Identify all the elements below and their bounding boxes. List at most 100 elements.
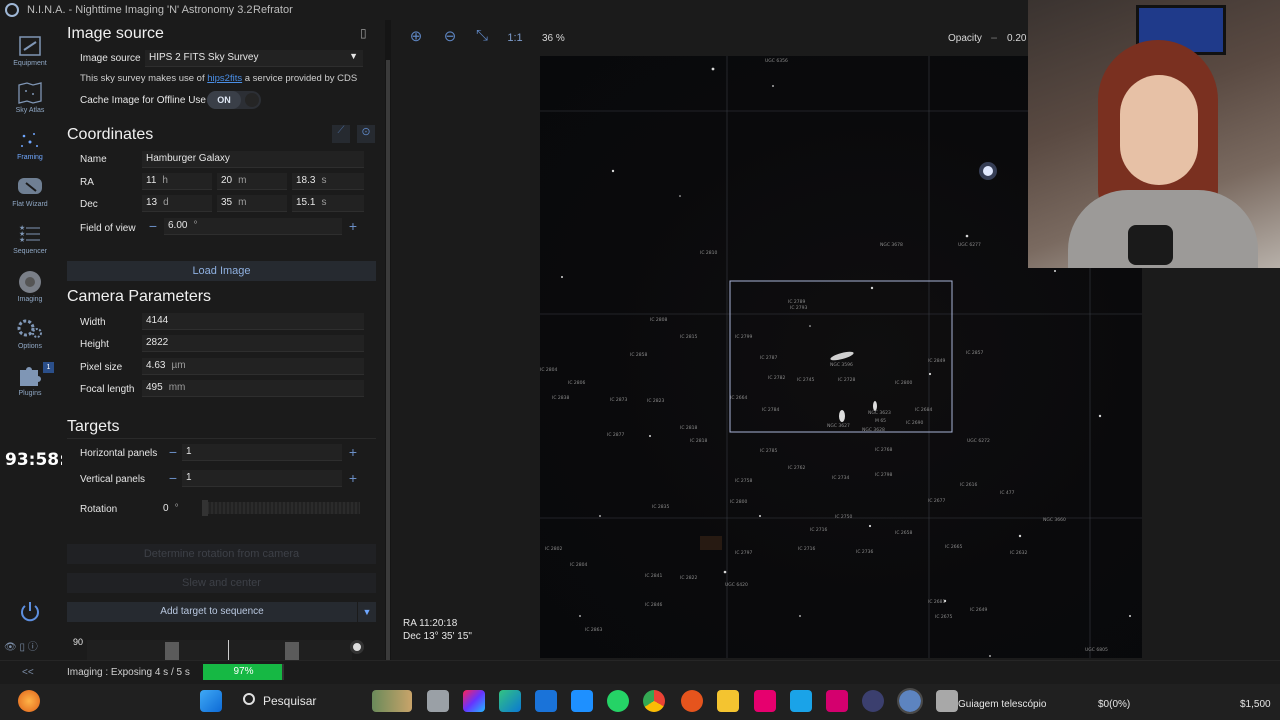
hpanels-field[interactable]: 1 <box>182 444 342 461</box>
slew-center-button[interactable]: Slew and center <box>67 573 376 593</box>
location-icon[interactable]: ⊙ <box>357 125 375 143</box>
whatsapp-icon[interactable] <box>607 690 629 712</box>
pixel-size-field[interactable]: 4.63 µm <box>142 358 364 375</box>
copilot-icon[interactable] <box>463 690 485 712</box>
dec-degrees-field[interactable]: 13 d <box>142 195 212 212</box>
guiding-app-icon[interactable] <box>936 690 958 712</box>
galaxy <box>873 401 877 411</box>
imaging-status: Imaging : Exposing 4 s / 5 s <box>67 667 190 678</box>
sidebar-item-label: Framing <box>17 154 43 161</box>
cache-toggle[interactable]: ON <box>207 91 261 109</box>
microphone <box>1128 225 1173 265</box>
image-source-select[interactable]: HIPS 2 FITS Sky Survey ▼ <box>145 50 363 67</box>
sidebar-item-flat-wizard[interactable]: Flat Wizard <box>0 171 60 217</box>
opacity-value[interactable]: 0.20 <box>1007 33 1026 44</box>
zoom-in-button[interactable]: ⊕ <box>404 27 428 49</box>
app-icon[interactable] <box>571 690 593 712</box>
file-explorer-icon[interactable] <box>717 690 739 712</box>
search-placeholder: Pesquisar <box>263 694 317 708</box>
hips2fits-link[interactable]: hips2fits <box>207 73 242 84</box>
hpanels-increase-button[interactable]: + <box>344 444 362 461</box>
svg-text:IC 2800: IC 2800 <box>895 380 912 386</box>
help-book-icon[interactable]: ▯ <box>360 26 374 40</box>
sidebar-item-options[interactable]: Options <box>0 313 60 359</box>
svg-text:IC 2810: IC 2810 <box>700 250 717 256</box>
panel-scrollbar[interactable] <box>385 20 391 660</box>
height-field[interactable]: 2822 <box>142 335 364 352</box>
eye-icon[interactable]: 👁 <box>4 642 17 653</box>
app-pink-icon[interactable] <box>754 690 776 712</box>
svg-text:IC 2857: IC 2857 <box>966 350 983 356</box>
svg-text:NGC 3660: NGC 3660 <box>1043 517 1066 523</box>
scrollbar-thumb[interactable] <box>386 60 390 660</box>
vpanels-field[interactable]: 1 <box>182 470 342 487</box>
slider-thumb[interactable] <box>202 500 208 516</box>
add-target-button[interactable]: Add target to sequence <box>67 602 357 622</box>
info-icon[interactable]: ⓘ <box>28 642 38 653</box>
app-dark-icon[interactable] <box>862 690 884 712</box>
store-icon[interactable] <box>535 690 557 712</box>
sidebar-item-sequencer[interactable]: ★ ★ ★ Sequencer <box>0 218 60 264</box>
rotation-slider[interactable] <box>202 500 360 516</box>
opacity-decrease-button[interactable]: − <box>986 31 1002 47</box>
origin-icon[interactable] <box>681 690 703 712</box>
app-magenta-icon[interactable] <box>826 690 848 712</box>
svg-text:UGC 6272: UGC 6272 <box>967 438 990 444</box>
fit-button[interactable]: ⤡ <box>470 27 494 49</box>
width-field[interactable]: 4144 <box>142 313 364 330</box>
one-to-one-button[interactable]: 1:1 <box>503 27 527 49</box>
focal-length-field[interactable]: 495 mm <box>142 380 364 397</box>
price-widget[interactable]: $1,500 <box>1240 699 1271 710</box>
dec-seconds-field[interactable]: 15.1 s <box>292 195 364 212</box>
svg-text:IC 2785: IC 2785 <box>760 448 777 454</box>
fov-decrease-button[interactable]: − <box>144 218 162 235</box>
add-target-dropdown[interactable]: ▼ <box>358 602 376 622</box>
edge-icon[interactable] <box>499 690 521 712</box>
svg-text:IC 2784: IC 2784 <box>762 407 779 413</box>
determine-rotation-button[interactable]: Determine rotation from camera <box>67 544 376 564</box>
ra-seconds-field[interactable]: 18.3 s <box>292 173 364 190</box>
guiding-label[interactable]: Guiagem telescópio <box>958 699 1046 710</box>
vpanels-decrease-button[interactable]: − <box>164 470 182 487</box>
target-name-field[interactable]: Hamburger Galaxy <box>142 151 364 168</box>
sky-atlas-icon <box>18 82 42 104</box>
app-blue-icon[interactable] <box>790 690 812 712</box>
svg-text:IC 2728: IC 2728 <box>838 377 855 383</box>
zoom-level: 36 % <box>542 33 565 44</box>
book-icon[interactable]: ▯ <box>19 642 25 653</box>
ra-hours-field[interactable]: 11 h <box>142 173 212 190</box>
svg-text:IC 2789: IC 2789 <box>788 299 805 305</box>
task-view-icon[interactable] <box>427 690 449 712</box>
svg-text:IC 2804: IC 2804 <box>570 562 587 568</box>
altitude-now-line <box>228 640 229 660</box>
stock-widget[interactable]: $0(0%) <box>1098 699 1130 710</box>
svg-text:IC 2822: IC 2822 <box>680 575 697 581</box>
chevron-down-icon: ▼ <box>349 51 358 61</box>
sidebar-item-label: Plugins <box>18 390 42 397</box>
fov-field[interactable]: 6.00 ° <box>164 218 342 235</box>
sidebar-item-plugins[interactable]: Plugins 1 <box>0 360 60 406</box>
sidebar-item-sky-atlas[interactable]: Sky Atlas <box>0 77 60 123</box>
rotation-value[interactable]: 0 ° <box>163 503 179 514</box>
plugins-badge: 1 <box>43 362 54 373</box>
pin-icon[interactable]: ⟋ <box>332 125 350 143</box>
zoom-out-button[interactable]: ⊖ <box>438 27 462 49</box>
weather-icon[interactable] <box>18 690 40 712</box>
sidebar-item-equipment[interactable]: Equipment <box>0 30 60 76</box>
sidebar-item-label: Equipment <box>13 60 47 67</box>
hpanels-decrease-button[interactable]: − <box>164 444 182 461</box>
windows-start-icon[interactable] <box>200 690 222 712</box>
nina-taskbar-icon[interactable] <box>897 688 923 714</box>
framing-icon <box>21 133 38 147</box>
power-button[interactable] <box>18 600 42 624</box>
sidebar-item-imaging[interactable]: Imaging <box>0 266 60 312</box>
load-image-button[interactable]: Load Image <box>67 261 376 281</box>
ra-minutes-field[interactable]: 20 m <box>217 173 287 190</box>
fov-increase-button[interactable]: + <box>344 218 362 235</box>
chrome-icon[interactable] <box>643 690 665 712</box>
sidebar-item-framing[interactable]: Framing <box>0 124 60 170</box>
collapse-button[interactable]: << <box>22 667 34 678</box>
vpanels-increase-button[interactable]: + <box>344 470 362 487</box>
dec-minutes-field[interactable]: 35 m <box>217 195 287 212</box>
webcam-overlay <box>1028 0 1280 268</box>
